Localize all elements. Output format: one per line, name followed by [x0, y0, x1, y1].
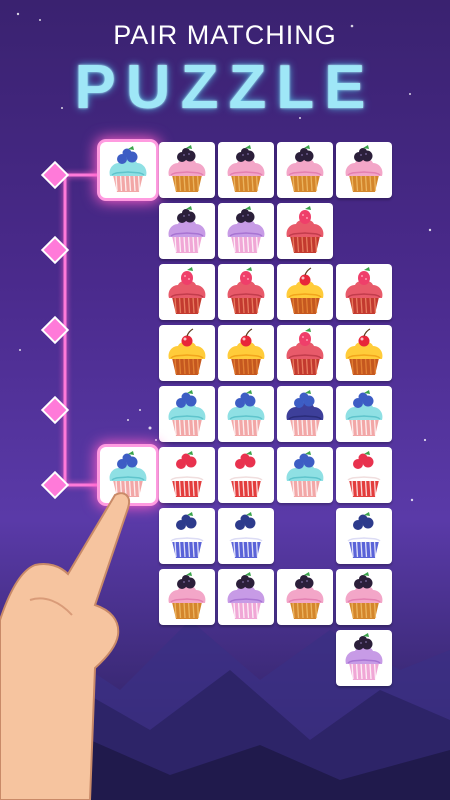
raspberry-polka-cupcake-icon — [339, 450, 389, 500]
blackberry-purple-cupcake-tile[interactable] — [159, 203, 215, 259]
blackberry-purple-cupcake-tile[interactable] — [218, 569, 274, 625]
blueberry-cupcake-tile[interactable] — [159, 386, 215, 442]
blackberry-purple-cupcake-icon — [162, 206, 212, 256]
blueberry-cupcake-tile[interactable] — [336, 386, 392, 442]
pointing-hand-icon — [0, 492, 130, 800]
blueberry-cupcake-icon — [339, 389, 389, 439]
cherry-yellow-cupcake-icon — [339, 328, 389, 378]
blackberry-cupcake-icon — [221, 145, 271, 195]
raspberry-polka-cupcake-icon — [221, 450, 271, 500]
cherry-yellow-cupcake-tile[interactable] — [277, 264, 333, 320]
cherry-yellow-cupcake-icon — [221, 328, 271, 378]
blackberry-cupcake-tile[interactable] — [218, 142, 274, 198]
blackberry-cupcake-icon — [280, 572, 330, 622]
raspberry-red-cupcake-tile[interactable] — [218, 264, 274, 320]
blueberry-cupcake-icon — [280, 450, 330, 500]
blueberry-star-cupcake-icon — [339, 511, 389, 561]
blueberry-cupcake-tile[interactable] — [277, 447, 333, 503]
blueberry-star-cupcake-icon — [221, 511, 271, 561]
cherry-yellow-cupcake-icon — [162, 328, 212, 378]
blackberry-cupcake-tile[interactable] — [159, 142, 215, 198]
raspberry-red-cupcake-tile[interactable] — [159, 264, 215, 320]
raspberry-red-cupcake-icon — [339, 267, 389, 317]
blackberry-cupcake-icon — [280, 145, 330, 195]
blueberry-star-cupcake-tile[interactable] — [336, 508, 392, 564]
blackberry-purple-cupcake-icon — [339, 633, 389, 683]
blueberry-navy-cupcake-tile[interactable] — [277, 386, 333, 442]
blackberry-purple-cupcake-icon — [221, 206, 271, 256]
cherry-yellow-cupcake-tile[interactable] — [218, 325, 274, 381]
blackberry-cupcake-tile[interactable] — [336, 569, 392, 625]
blackberry-purple-cupcake-icon — [221, 572, 271, 622]
raspberry-red-cupcake-tile[interactable] — [336, 264, 392, 320]
raspberry-red-cupcake-icon — [221, 267, 271, 317]
cherry-yellow-cupcake-tile[interactable] — [336, 325, 392, 381]
blackberry-purple-cupcake-tile[interactable] — [218, 203, 274, 259]
raspberry-red-cupcake-icon — [162, 267, 212, 317]
blackberry-cupcake-tile[interactable] — [277, 142, 333, 198]
blueberry-cupcake-icon — [221, 389, 271, 439]
raspberry-polka-cupcake-tile[interactable] — [336, 447, 392, 503]
blackberry-purple-cupcake-tile[interactable] — [336, 630, 392, 686]
blackberry-cupcake-tile[interactable] — [277, 569, 333, 625]
blueberry-star-cupcake-tile[interactable] — [218, 508, 274, 564]
blackberry-cupcake-icon — [339, 145, 389, 195]
cherry-yellow-cupcake-tile[interactable] — [159, 325, 215, 381]
raspberry-red-cupcake-tile[interactable] — [277, 203, 333, 259]
blackberry-cupcake-tile[interactable] — [336, 142, 392, 198]
blueberry-navy-cupcake-icon — [280, 389, 330, 439]
blueberry-cupcake-tile[interactable] — [218, 386, 274, 442]
cherry-yellow-cupcake-icon — [280, 267, 330, 317]
raspberry-red-cupcake-icon — [280, 206, 330, 256]
blueberry-cupcake-icon — [162, 389, 212, 439]
raspberry-polka-cupcake-tile[interactable] — [218, 447, 274, 503]
raspberry-red-cupcake-tile[interactable] — [277, 325, 333, 381]
blueberry-cupcake-icon — [103, 145, 153, 195]
blackberry-cupcake-icon — [339, 572, 389, 622]
blackberry-cupcake-icon — [162, 145, 212, 195]
blueberry-cupcake-tile[interactable] — [100, 142, 156, 198]
raspberry-red-cupcake-icon — [280, 328, 330, 378]
